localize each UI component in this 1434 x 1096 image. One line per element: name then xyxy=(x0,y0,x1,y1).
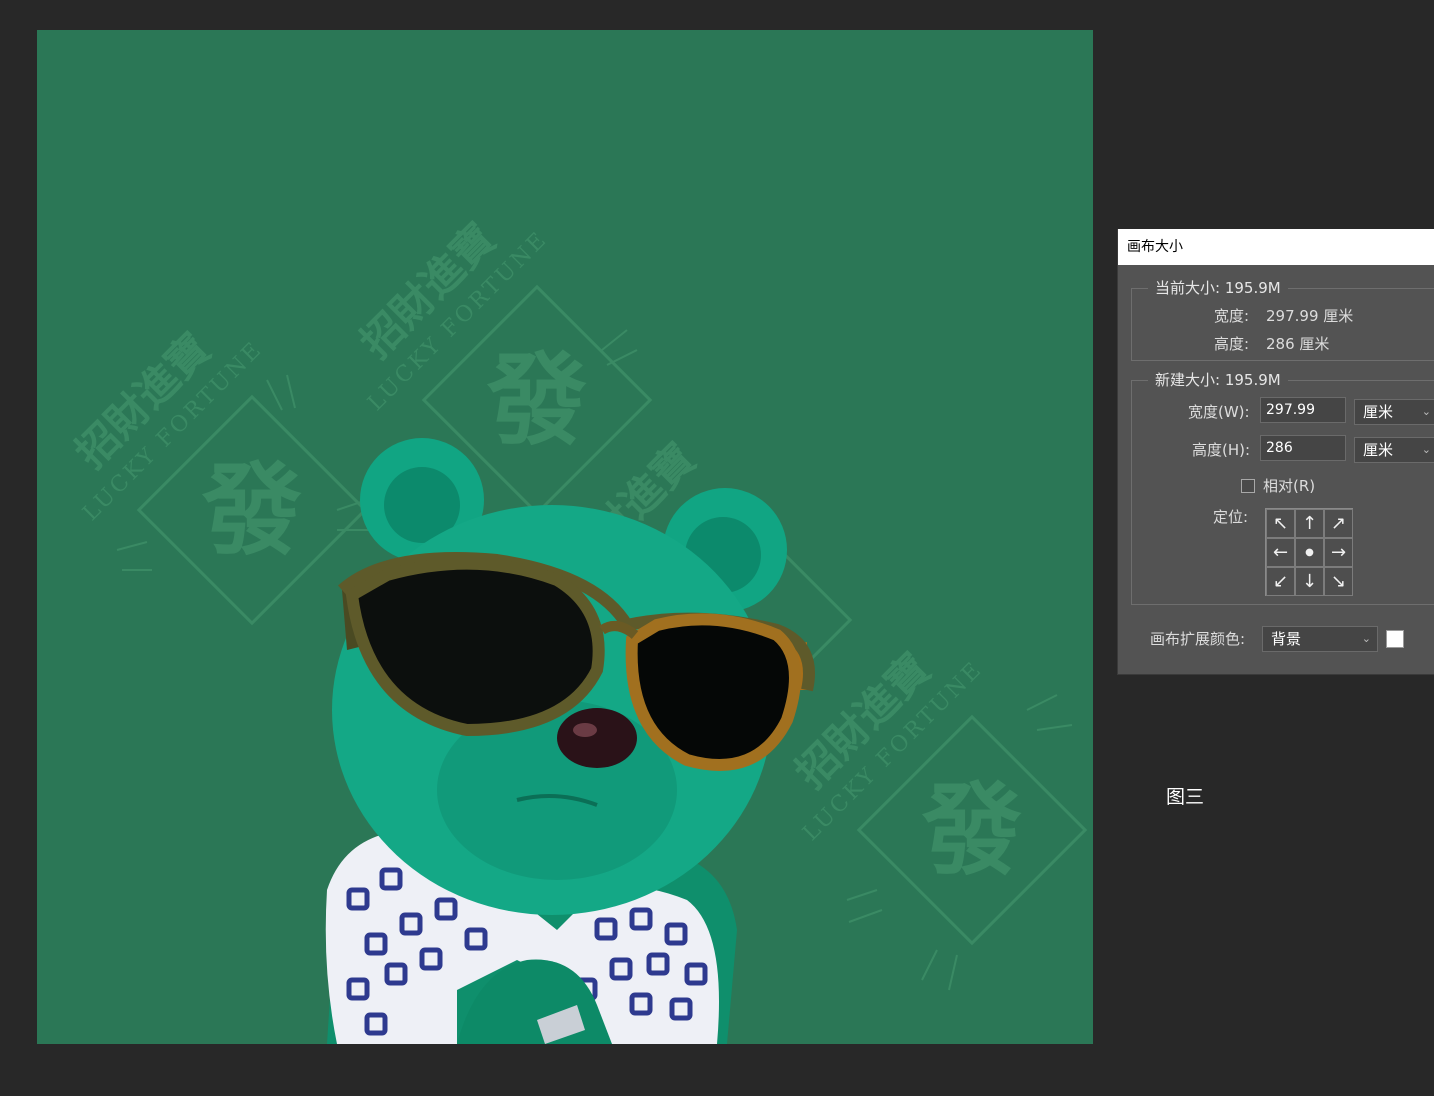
current-height-label: 高度: xyxy=(1214,335,1250,353)
relative-label[interactable]: 相对(R) xyxy=(1263,475,1315,496)
canvas-artwork: 發 招財進寶 LUCKY FORTUNE 發 招財進寶 LUCKY FORTUN… xyxy=(66,214,1088,1044)
current-size-group: 当前大小: 195.9M 宽度: 297.99 厘米 高度: 286 厘米 xyxy=(1131,279,1434,361)
current-width-label: 宽度: xyxy=(1214,307,1250,325)
anchor-label: 定位: xyxy=(1213,508,1249,526)
new-height-label: 高度(H): xyxy=(1192,441,1251,459)
anchor-right-icon[interactable]: → xyxy=(1324,538,1353,567)
new-size-legend: 新建大小: 195.9M xyxy=(1148,371,1288,389)
chevron-down-icon: ⌄ xyxy=(1421,443,1431,456)
canvas-size-dialog: 画布大小 当前大小: 195.9M 宽度: 297.99 厘米 高度: 286 … xyxy=(1117,229,1434,675)
anchor-bottom-left-icon[interactable]: ↙ xyxy=(1266,567,1295,596)
width-input[interactable]: 297.99 xyxy=(1260,397,1346,423)
height-unit-select[interactable]: 厘米 ⌄ xyxy=(1354,437,1434,463)
extension-color-swatch[interactable] xyxy=(1386,630,1404,648)
extension-color-select[interactable]: 背景 ⌄ xyxy=(1262,626,1378,652)
width-unit-select[interactable]: 厘米 ⌄ xyxy=(1354,399,1434,425)
current-height-value: 286 厘米 xyxy=(1266,335,1330,353)
current-size-legend: 当前大小: 195.9M xyxy=(1148,279,1288,297)
anchor-top-right-icon[interactable]: ↗ xyxy=(1324,509,1353,538)
watermark-motif: 發 招財進寶 LUCKY FORTUNE xyxy=(66,324,368,626)
anchor-center-icon[interactable]: ● xyxy=(1295,538,1324,567)
anchor-left-icon[interactable]: ← xyxy=(1266,538,1295,567)
anchor-bottom-right-icon[interactable]: ↘ xyxy=(1324,567,1353,596)
height-input[interactable]: 286 xyxy=(1260,435,1346,461)
width-unit-value: 厘米 xyxy=(1363,403,1394,421)
document-canvas[interactable]: 發 招財進寶 LUCKY FORTUNE 發 招財進寶 LUCKY FORTUN… xyxy=(37,30,1093,1044)
relative-checkbox[interactable] xyxy=(1241,479,1255,493)
anchor-grid[interactable]: ↖ ↑ ↗ ← ● → ↙ ↓ ↘ xyxy=(1265,508,1353,596)
height-unit-value: 厘米 xyxy=(1363,441,1394,459)
chevron-down-icon: ⌄ xyxy=(1421,405,1431,418)
extension-color-value: 背景 xyxy=(1271,630,1302,648)
chevron-down-icon: ⌄ xyxy=(1361,632,1371,645)
figure-caption: 图三 xyxy=(1166,786,1205,808)
svg-text:發: 發 xyxy=(921,771,1022,889)
bear-illustration xyxy=(325,438,815,1044)
anchor-top-left-icon[interactable]: ↖ xyxy=(1266,509,1295,538)
anchor-bottom-icon[interactable]: ↓ xyxy=(1295,567,1324,596)
current-width-value: 297.99 厘米 xyxy=(1266,307,1354,325)
dialog-title[interactable]: 画布大小 xyxy=(1118,229,1434,265)
extension-color-label: 画布扩展颜色: xyxy=(1150,630,1246,648)
svg-text:發: 發 xyxy=(486,341,587,459)
svg-text:發: 發 xyxy=(201,451,302,569)
new-width-label: 宽度(W): xyxy=(1188,403,1250,421)
anchor-top-icon[interactable]: ↑ xyxy=(1295,509,1324,538)
